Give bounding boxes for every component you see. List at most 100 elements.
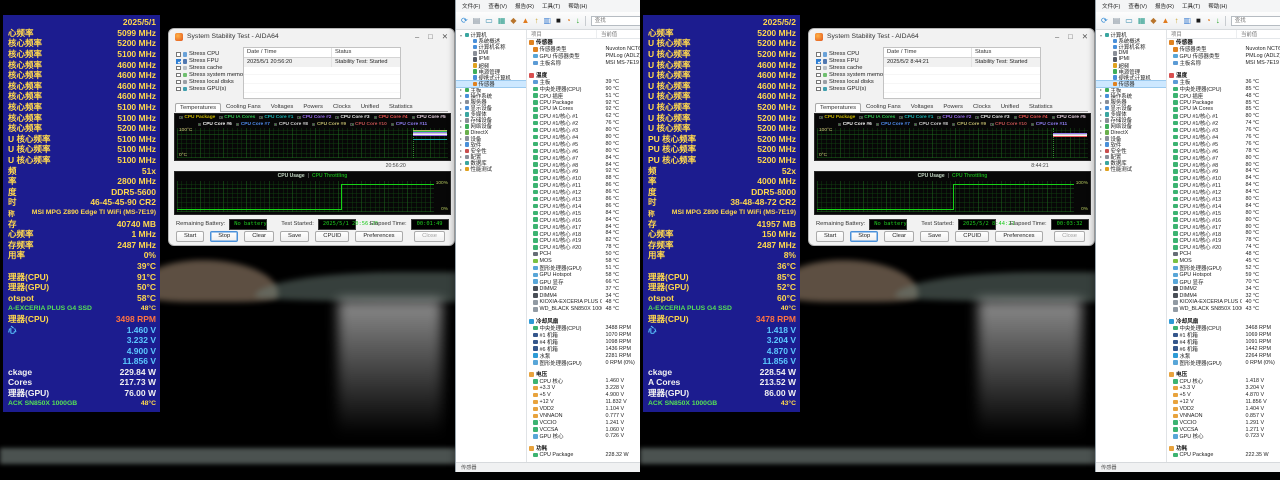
cpuid-icon[interactable]: ■ [1196,16,1201,25]
legend-checkbox[interactable] [335,115,339,120]
tab[interactable]: Cooling Fans [221,102,266,112]
sensor-row[interactable]: KIOXIA-EXCERIA PLUS G4 SSD 40 °C [1167,299,1280,306]
button[interactable]: Stop [210,230,239,242]
sensor-row[interactable]: CPU 核心 1.418 V [1167,378,1280,385]
legend-item[interactable]: CPU Core #5 [1051,115,1086,120]
tab[interactable]: Powers [298,102,328,112]
button[interactable]: Start [816,230,845,242]
tab[interactable]: Cooling Fans [861,102,906,112]
stability-test-icon[interactable]: ▲ [1162,16,1170,25]
sensor-row[interactable]: VNNAON 0.777 V [527,412,640,419]
sensor-row[interactable]: CPU 插座 48 °C [1167,92,1280,100]
update-icon[interactable]: ↑ [534,16,538,25]
tree-expander-icon[interactable]: ▸ [1099,87,1103,92]
button[interactable]: Save [280,230,310,242]
checkbox[interactable] [176,65,181,71]
tree-expander-icon[interactable]: ▸ [1099,130,1103,135]
legend-item[interactable]: CPU Core #3 [975,115,1010,120]
checkbox[interactable] [816,72,821,78]
sensor-row[interactable]: DIMM2 34 °C [1167,285,1280,292]
sensor-row[interactable]: +5 V 4.870 V [1167,392,1280,399]
legend-checkbox[interactable] [1051,115,1056,120]
sensor-row[interactable]: +3.3 V 3.204 V [1167,385,1280,392]
table-row[interactable]: 2025/5/2 8:44:21 Stability Test: Started [884,58,1040,67]
update-icon[interactable]: ↑ [1174,16,1178,25]
sensor-row[interactable]: CPU #1/核心 #20 74 °C [1167,244,1280,251]
tree-expander-icon[interactable]: ▸ [459,167,463,172]
tree-expander-icon[interactable]: ▸ [1099,154,1103,159]
summary-icon[interactable]: ▭ [485,16,493,25]
tree-expander-icon[interactable]: ▸ [459,87,463,92]
tab[interactable]: Unified [996,102,1024,112]
checkbox[interactable] [816,86,821,92]
sensor-row[interactable]: PCH 48 °C [1167,251,1280,258]
column-status[interactable]: Status [332,48,400,57]
titlebar[interactable]: System Stability Test - AIDA64 – □ ✕ [809,29,1094,44]
tree-expander-icon[interactable]: ▸ [459,154,463,159]
tab[interactable]: Unified [356,102,384,112]
tab[interactable]: Statistics [384,102,418,112]
tree-expander-icon[interactable]: ▸ [459,124,463,129]
legend-item[interactable]: CPU IA Cores [859,115,895,120]
stress-checkbox-row[interactable]: Stress cache [176,65,242,72]
report-icon[interactable]: ▤ [473,16,481,25]
legend-checkbox[interactable] [951,122,956,127]
sensor-row[interactable]: PCH 50 °C [527,251,640,258]
chart-icon[interactable]: ▥ [543,16,551,25]
report-icon[interactable]: ▤ [1113,16,1121,25]
download-icon[interactable]: ↓ [576,16,580,25]
tree-expander-icon[interactable]: ▾ [1099,33,1103,38]
legend-checkbox[interactable] [990,122,994,127]
legend-item[interactable]: CPU Core #1 [259,115,293,120]
legend-checkbox[interactable] [859,115,863,120]
checkbox[interactable] [816,65,821,71]
legend-item[interactable]: CPU Core #11 [390,122,427,127]
sensor-row[interactable]: CPU 插座 51 °C [527,92,640,100]
sensor-row[interactable]: GPU 显存 70 °C [1167,278,1280,286]
tree-expander-icon[interactable]: ▸ [1099,142,1103,147]
stress-checkbox-row[interactable]: Stress CPU [176,51,242,58]
close-icon[interactable]: ✕ [442,32,448,41]
menu-item[interactable]: 查看(V) [488,2,507,10]
sensor-row[interactable]: 主板名称 MSI MS-7E19 [1167,60,1280,67]
sensor-row[interactable]: CPU #1/核心 #20 78 °C [527,244,640,251]
sensor-row[interactable]: CPU 核心 1.460 V [527,378,640,385]
refresh-icon[interactable]: ⟳ [1101,16,1108,25]
devices-icon[interactable]: ▦ [1138,16,1146,25]
button[interactable]: Save [920,230,950,242]
legend-checkbox[interactable] [937,115,941,120]
tab[interactable]: Voltages [906,102,939,112]
legend-item[interactable]: CPU Core #7 [875,122,910,127]
legend-checkbox[interactable] [899,115,903,120]
tree-expander-icon[interactable]: ▸ [459,130,463,135]
column-current-value[interactable]: 当前值 [1237,30,1280,38]
button[interactable]: Stop [850,230,879,242]
column-date-time[interactable]: Date / Time [244,48,332,57]
sensor-row[interactable]: VDD2 1.404 V [1167,405,1280,412]
sensor-row[interactable]: 图形处理器(GPU) 0 RPM (0%) [1167,359,1280,367]
search-input[interactable] [1230,15,1280,26]
tree-expander-icon[interactable]: ▸ [1099,100,1103,105]
tree-expander-icon[interactable]: ▸ [1099,161,1103,166]
sensor-row[interactable]: 主板名称 MSI MS-7E19 [527,60,640,67]
legend-item[interactable]: CPU Core #10 [990,122,1027,127]
sensor-row[interactable]: WD_BLACK SN850X 1000GB 43 °C [1167,306,1280,313]
stress-checkbox-row[interactable]: Stress GPU(s) [176,85,242,92]
gauge-icon[interactable]: ◔ [566,16,571,25]
tree-expander-icon[interactable]: ▸ [459,161,463,166]
tree-expander-icon[interactable]: ▸ [459,136,463,141]
tab[interactable]: Clocks [968,102,996,112]
stress-checkbox-row[interactable]: Stress CPU [816,51,882,58]
titlebar[interactable]: System Stability Test - AIDA64 – □ ✕ [169,29,454,44]
sensor-row[interactable]: DIMM4 32 °C [1167,292,1280,299]
maximize-icon[interactable]: □ [428,32,433,41]
button[interactable]: Preferences [355,230,403,242]
legend-checkbox[interactable] [273,122,278,127]
sensor-row[interactable]: 图形处理器(GPU) 51 °C [527,265,640,272]
button[interactable]: Close [414,230,445,242]
menu-item[interactable]: 帮助(H) [568,2,587,10]
button[interactable]: CPUID [955,230,990,242]
chart-icon[interactable]: ▥ [1183,16,1191,25]
sensor-row[interactable]: CPU Package 85 °C [1167,99,1280,106]
menu-item[interactable]: 文件(F) [1102,2,1120,10]
